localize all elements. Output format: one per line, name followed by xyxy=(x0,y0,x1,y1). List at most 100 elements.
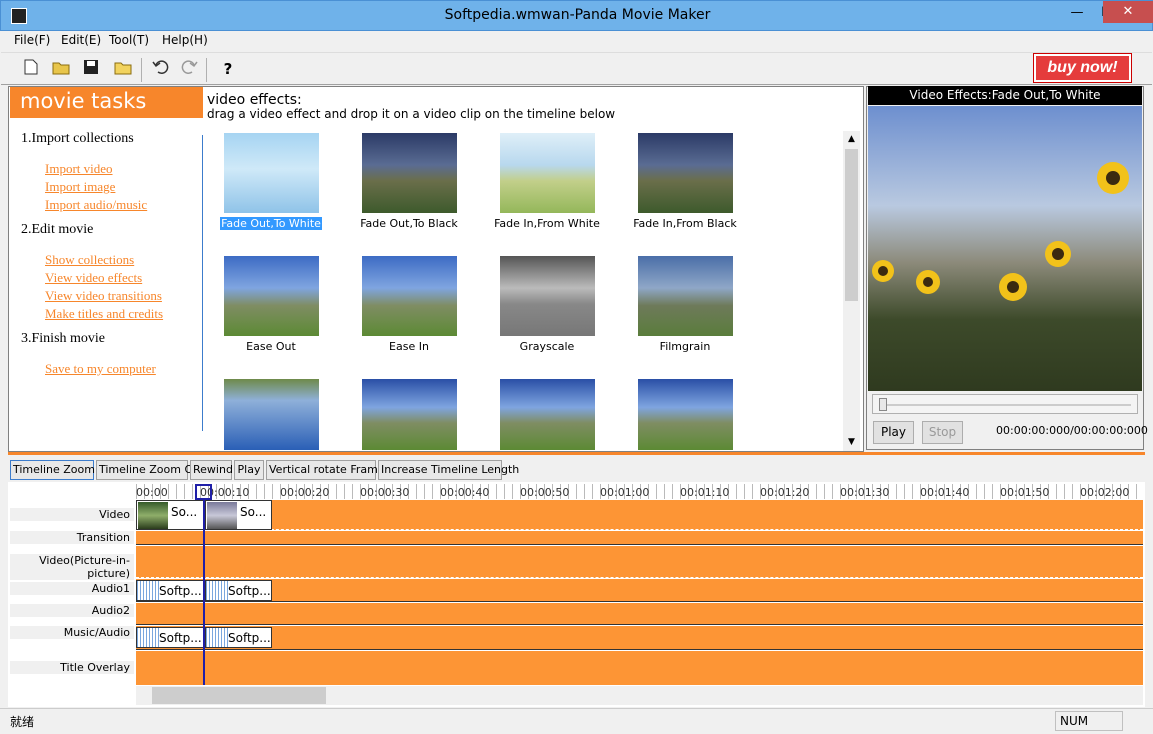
track-transition[interactable] xyxy=(136,531,1143,545)
increase-timeline-length-button[interactable]: Increase Timeline Length xyxy=(378,460,519,480)
menu-bar: File(F) Edit(E) Tool(T) Help(H) xyxy=(1,31,1152,52)
ruler-label: 00:00 xyxy=(136,486,168,499)
status-text: 就绪 xyxy=(10,715,35,729)
timeline-scrollbar[interactable] xyxy=(136,686,1143,705)
effect-thumb[interactable] xyxy=(362,379,457,450)
menu-edit[interactable]: Edit(E) xyxy=(61,33,101,47)
track-title-overlay[interactable] xyxy=(136,651,1143,685)
effect-label: Fade Out,To White xyxy=(220,217,322,230)
scroll-thumb[interactable] xyxy=(845,149,858,301)
import-audio-link[interactable]: Import audio/music xyxy=(45,197,147,213)
music-clip[interactable]: Softp... xyxy=(136,627,205,648)
minimize-button[interactable]: — xyxy=(1062,2,1092,26)
window-title: Softpedia.wmwan-Panda Movie Maker xyxy=(444,7,711,23)
section-edit: 2.Edit movie xyxy=(21,222,94,237)
save-icon[interactable] xyxy=(81,59,101,79)
effect-label: Filmgrain xyxy=(659,340,711,353)
preview-header: Video Effects:Fade Out,To White xyxy=(868,86,1142,105)
menu-help[interactable]: Help(H) xyxy=(162,33,208,47)
clip-label: So... xyxy=(240,505,267,519)
save-to-computer-link[interactable]: Save to my computer xyxy=(45,361,156,377)
scroll-up-icon[interactable]: ▲ xyxy=(843,131,860,147)
audio-clip[interactable]: Softp... xyxy=(205,580,272,601)
import-image-link[interactable]: Import image xyxy=(45,179,115,195)
view-video-transitions-link[interactable]: View video transitions xyxy=(45,288,162,304)
effect-thumb-ease-in[interactable] xyxy=(362,256,457,336)
effect-thumb-filmgrain[interactable] xyxy=(638,256,733,336)
status-bar: 就绪 NUM xyxy=(0,708,1153,734)
audio-clip[interactable]: Softp... xyxy=(136,580,205,601)
effect-label: Ease In xyxy=(389,340,429,353)
timeline-play-button[interactable]: Play xyxy=(234,460,264,480)
track-video[interactable] xyxy=(136,500,1143,530)
effect-thumb[interactable] xyxy=(224,379,319,450)
preview-play-button[interactable]: Play xyxy=(873,421,914,444)
waveform xyxy=(206,581,230,600)
clip-label: Softp... xyxy=(228,631,271,645)
effect-thumb-grayscale[interactable] xyxy=(500,256,595,336)
effect-thumb-fade-in-black[interactable] xyxy=(638,133,733,213)
new-icon[interactable] xyxy=(21,59,41,79)
track-label-title-overlay: Title Overlay xyxy=(10,661,134,674)
effects-title: video effects: xyxy=(207,92,302,108)
toolbar-separator xyxy=(206,58,207,82)
section-import: 1.Import collections xyxy=(21,131,134,146)
effect-thumb-fade-in-white[interactable] xyxy=(500,133,595,213)
clip-label: Softp... xyxy=(159,584,202,598)
track-audio1[interactable] xyxy=(136,579,1143,602)
effect-label: Grayscale xyxy=(519,340,575,353)
effect-thumb-fade-out-white[interactable] xyxy=(224,133,319,213)
video-clip[interactable]: So... xyxy=(205,500,272,530)
timeline-zoom-in-button[interactable]: Timeline Zoom In xyxy=(10,460,109,480)
help-icon[interactable]: ? xyxy=(218,59,238,79)
waveform xyxy=(206,628,230,647)
effect-thumb-ease-out[interactable] xyxy=(224,256,319,336)
preview-seek-slider[interactable] xyxy=(872,394,1138,414)
music-clip[interactable]: Softp... xyxy=(205,627,272,648)
ruler-label: 00:01:20 xyxy=(760,486,810,499)
clip-thumbnail xyxy=(207,502,237,529)
video-clip[interactable]: So... xyxy=(136,500,205,530)
menu-file[interactable]: File(F) xyxy=(14,33,50,47)
import-video-link[interactable]: Import video xyxy=(45,161,113,177)
buy-now-button[interactable]: buy now! xyxy=(1034,54,1131,82)
track-label-video: Video xyxy=(10,508,134,521)
ruler-label: 00:01:40 xyxy=(920,486,970,499)
track-label-transition: Transition xyxy=(10,531,134,544)
folder-icon[interactable] xyxy=(113,59,133,79)
ruler-label: 00:00:20 xyxy=(280,486,330,499)
ruler-label: 00:02:00 xyxy=(1080,486,1130,499)
clip-label: Softp... xyxy=(228,584,271,598)
title-bar: Softpedia.wmwan-Panda Movie Maker — ☐ ✕ xyxy=(0,0,1153,31)
menu-tool[interactable]: Tool(T) xyxy=(109,33,149,47)
movie-tasks-header: movie tasks xyxy=(10,87,203,118)
show-collections-link[interactable]: Show collections xyxy=(45,252,134,268)
track-label-audio1: Audio1 xyxy=(10,582,134,595)
toolbar-separator xyxy=(141,58,142,82)
playhead-handle[interactable] xyxy=(195,484,212,500)
undo-icon[interactable] xyxy=(151,59,171,79)
view-video-effects-link[interactable]: View video effects xyxy=(45,270,142,286)
splitter[interactable] xyxy=(8,452,1145,455)
seek-thumb[interactable] xyxy=(879,398,887,411)
track-label-pip: Video(Picture-in-picture) xyxy=(10,554,134,580)
vertical-rotate-frame-button[interactable]: Vertical rotate Frame xyxy=(266,460,385,480)
scroll-down-icon[interactable]: ▼ xyxy=(843,434,860,450)
track-music[interactable] xyxy=(136,626,1143,650)
preview-stop-button[interactable]: Stop xyxy=(922,421,963,444)
track-pip[interactable] xyxy=(136,546,1143,578)
timeline-scroll-thumb[interactable] xyxy=(152,687,326,704)
seek-track xyxy=(887,404,1131,406)
close-button[interactable]: ✕ xyxy=(1103,1,1153,23)
redo-icon[interactable] xyxy=(179,59,199,79)
effect-thumb[interactable] xyxy=(500,379,595,450)
effects-subtitle: drag a video effect and drop it on a vid… xyxy=(207,107,616,121)
effects-scrollbar[interactable]: ▲ ▼ xyxy=(843,131,860,451)
effect-thumb[interactable] xyxy=(638,379,733,450)
make-titles-link[interactable]: Make titles and credits xyxy=(45,306,163,322)
rewind-button[interactable]: Rewind xyxy=(190,460,233,480)
track-audio2[interactable] xyxy=(136,603,1143,625)
open-icon[interactable] xyxy=(51,59,71,79)
timeline-zoom-out-button[interactable]: Timeline Zoom Out xyxy=(96,460,204,480)
effect-thumb-fade-out-black[interactable] xyxy=(362,133,457,213)
